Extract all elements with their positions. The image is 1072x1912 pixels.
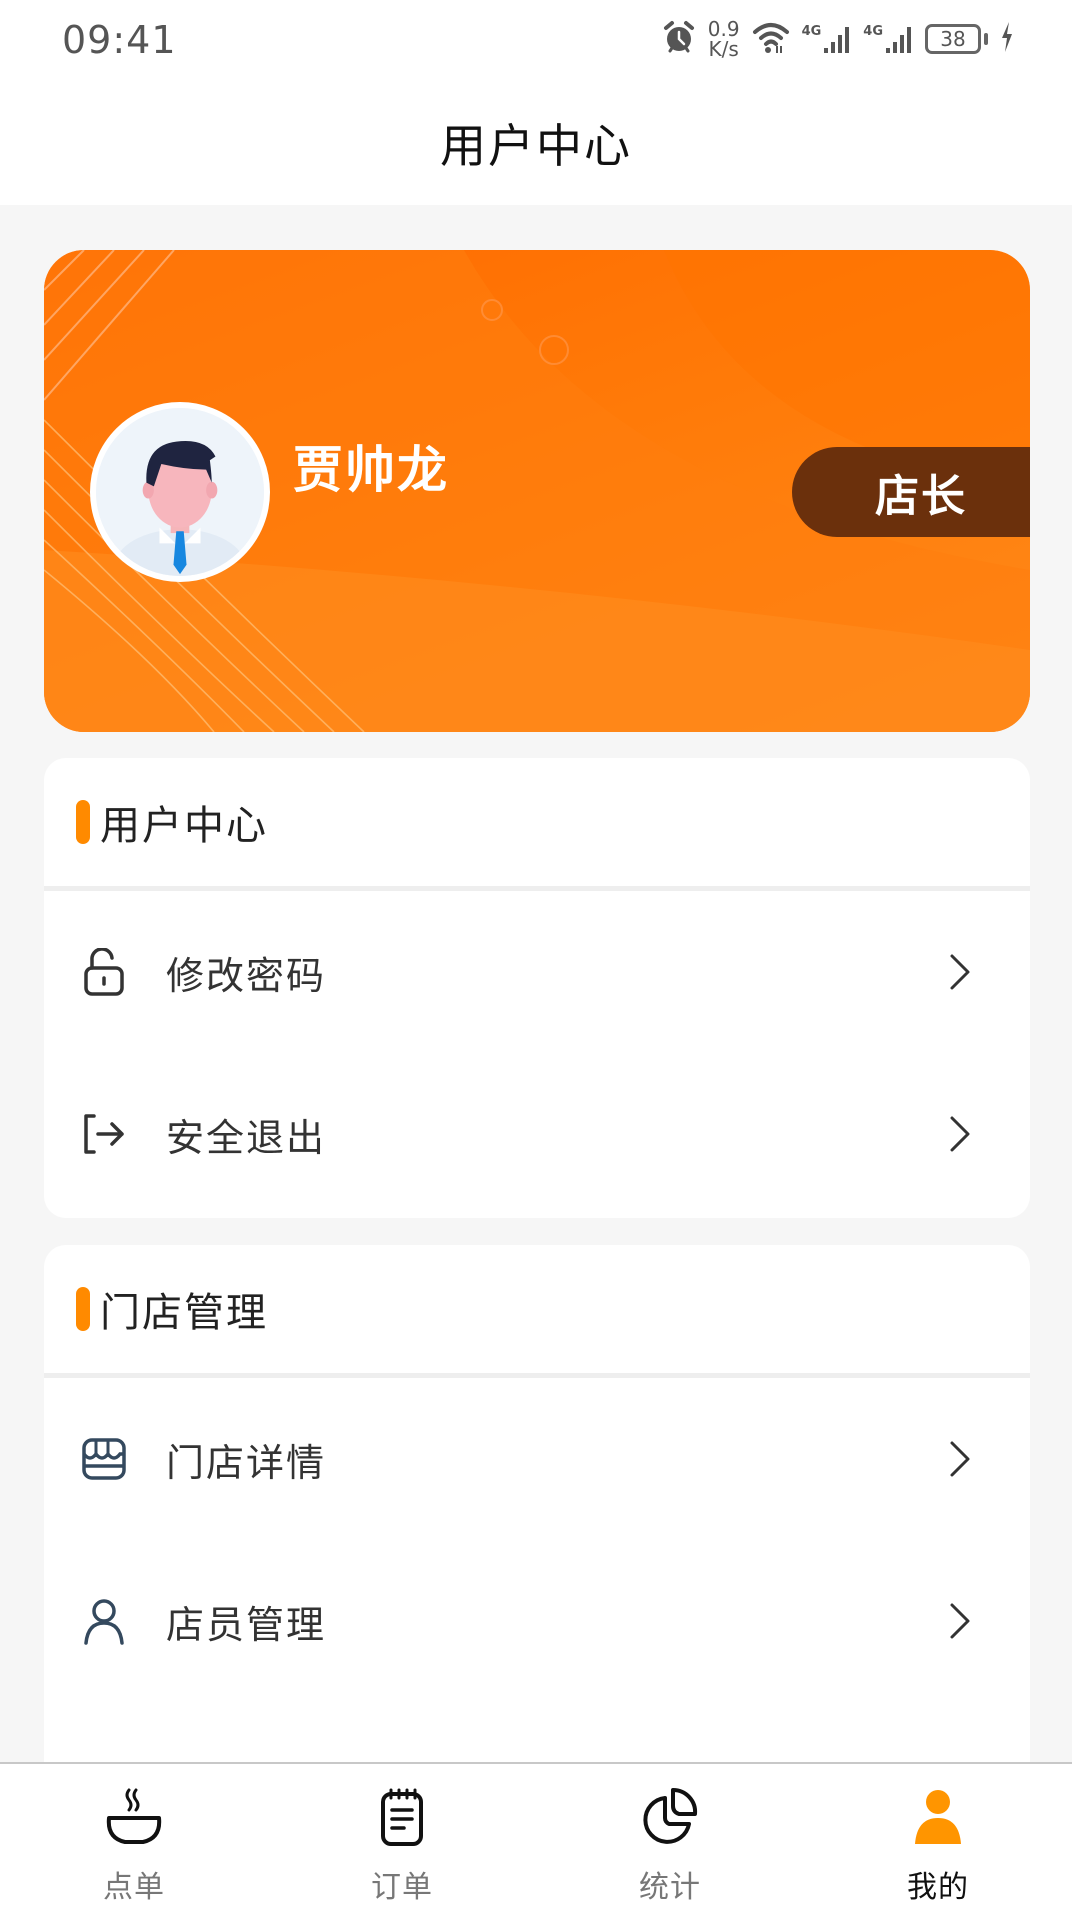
- menu-item-staff-management[interactable]: 店员管理: [44, 1540, 1030, 1702]
- pie-chart-icon: [639, 1786, 701, 1848]
- signal-icon: [886, 27, 911, 53]
- user-icon: [907, 1786, 969, 1848]
- menu-item-label: 店员管理: [166, 1602, 327, 1647]
- menu-item-logout[interactable]: 安全退出: [44, 1053, 1030, 1215]
- section-accent-bar: [76, 1287, 90, 1331]
- section-header: 用户中心: [44, 758, 1030, 891]
- tab-order[interactable]: 点单: [0, 1764, 268, 1912]
- menu-item-label: 修改密码: [166, 953, 327, 998]
- user-center-section: 用户中心 修改密码 安全退出: [44, 758, 1030, 1218]
- tab-label: 订单: [371, 1870, 433, 1905]
- store-management-section: 门店管理 门店详情 店员管理: [44, 1245, 1030, 1785]
- page-header: 用户中心: [0, 80, 1072, 205]
- tab-label: 点单: [103, 1870, 165, 1905]
- network-speed: 0.9 K/s: [708, 19, 740, 59]
- section-header: 门店管理: [44, 1245, 1030, 1378]
- alarm-icon: [662, 20, 696, 58]
- user-name: 贾帅龙: [293, 441, 449, 499]
- chevron-right-icon: [944, 952, 974, 992]
- network-speed-value: 0.9: [707, 17, 740, 41]
- sim1-type: 4G: [801, 24, 822, 39]
- section-accent-bar: [76, 800, 90, 844]
- wifi-icon: [752, 20, 790, 58]
- tab-label: 统计: [639, 1870, 701, 1905]
- sim2-type: 4G: [863, 24, 883, 39]
- chevron-right-icon: [944, 1114, 974, 1154]
- tab-statistics[interactable]: 统计: [536, 1764, 804, 1912]
- menu-item-label: 门店详情: [166, 1440, 327, 1485]
- battery-icon: 38: [925, 24, 988, 54]
- store-icon: [80, 1435, 128, 1483]
- signal-icon: [824, 27, 850, 53]
- tab-label: 我的: [907, 1870, 969, 1905]
- chevron-right-icon: [944, 1439, 974, 1479]
- user-avatar-illustration: [96, 408, 264, 576]
- status-icons: 0.9 K/s 4G 4G 38: [662, 14, 1014, 64]
- menu-item-store-details[interactable]: 门店详情: [44, 1378, 1030, 1540]
- unlock-icon: [80, 948, 128, 996]
- bottom-tab-bar: 点单 订单 统计 我的: [0, 1762, 1072, 1912]
- profile-card: 贾帅龙 店长: [44, 250, 1030, 732]
- sim2-signal: 4G: [863, 24, 913, 54]
- bowl-icon: [103, 1786, 165, 1848]
- page-title: 用户中心: [440, 118, 632, 173]
- role-label: 店长: [875, 471, 967, 522]
- status-bar: 09:41 0.9 K/s 4G 4G 38: [0, 0, 1072, 80]
- sim1-signal: 4G: [802, 24, 852, 54]
- status-time: 09:41: [62, 18, 177, 62]
- logout-icon: [80, 1110, 128, 1158]
- section-title: 用户中心: [100, 803, 268, 849]
- chevron-right-icon: [944, 1601, 974, 1641]
- menu-item-change-password[interactable]: 修改密码: [44, 891, 1030, 1053]
- notepad-icon: [371, 1786, 433, 1848]
- charging-icon: [1000, 21, 1014, 57]
- person-icon: [80, 1597, 128, 1645]
- tab-mine[interactable]: 我的: [804, 1764, 1072, 1912]
- network-speed-unit: K/s: [708, 37, 739, 61]
- avatar[interactable]: [90, 402, 270, 582]
- tab-orders[interactable]: 订单: [268, 1764, 536, 1912]
- battery-level: 38: [925, 24, 981, 54]
- menu-item-label: 安全退出: [166, 1115, 327, 1160]
- role-badge: 店长: [792, 447, 1030, 537]
- section-title: 门店管理: [100, 1290, 268, 1336]
